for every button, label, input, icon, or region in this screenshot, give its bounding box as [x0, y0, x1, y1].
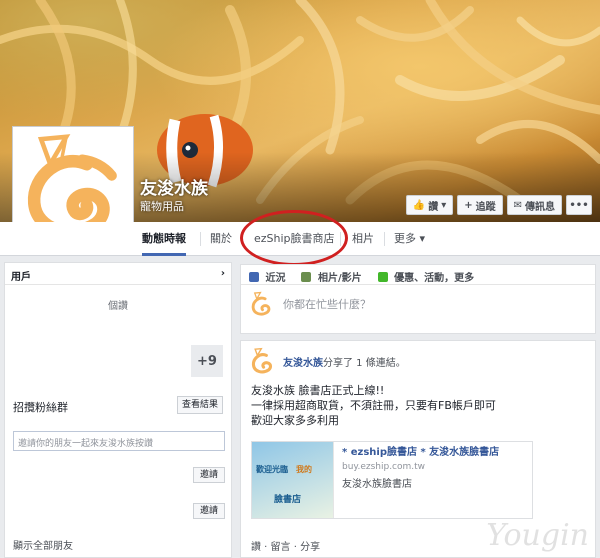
page-logo-icon	[251, 291, 271, 316]
likes-count: 個讚	[108, 301, 128, 312]
like-label: 讚	[428, 201, 439, 213]
tab-photos[interactable]: 相片	[352, 222, 374, 256]
watermark: Yougin	[486, 518, 589, 553]
post-line: 歡迎大家多多利用	[251, 414, 339, 427]
page-logo-icon[interactable]	[249, 347, 277, 375]
post-line: 友浚水族 臉書店正式上線!!	[251, 384, 385, 397]
page-tab-bar: 動態時報 關於 ezShip臉書商店 相片 更多 ▾	[0, 222, 600, 256]
composer-body[interactable]: 你都在忙些什麼？	[241, 285, 595, 323]
like-button[interactable]: 👍 讚 ▾	[405, 195, 454, 215]
post-actions[interactable]: 讚 · 留言 · 分享	[251, 538, 320, 553]
more-friends-badge[interactable]: +9	[191, 345, 223, 377]
timeline-post: 友浚水族分享了 1 條連結。 友浚水族 臉書店正式上線!! 一律採用超商取貨，不…	[240, 340, 596, 558]
post-author[interactable]: 友浚水族	[283, 358, 323, 369]
pencil-icon	[249, 272, 259, 282]
invite-friends-input[interactable]: 邀請你的朋友一起來友浚水族按讚	[13, 431, 225, 451]
thumbs-up-icon: 👍	[412, 199, 426, 211]
tab-divider	[242, 232, 243, 246]
tab-more[interactable]: 更多 ▾	[394, 222, 425, 256]
page-title[interactable]: 友浚水族	[140, 174, 208, 199]
offer-icon	[377, 272, 388, 282]
left-sidebar: 用戶 › 個讚 +9 招攬粉絲群 查看結果 邀請你的朋友一起來友浚水族按讚 邀請…	[4, 262, 232, 558]
post-action: 分享了 1 條連結。	[323, 357, 406, 369]
composer-tab-label: 近況	[265, 273, 286, 284]
composer-tab-status[interactable]: 近況	[249, 269, 285, 284]
link-thumbnail: 歡迎光臨 我的 臉書店	[252, 442, 334, 518]
link-title[interactable]: * ezship臉書店 * 友浚水族臉書店	[342, 446, 499, 460]
tab-divider	[200, 232, 201, 246]
tab-about[interactable]: 關於	[210, 222, 232, 256]
message-button[interactable]: ✉ 傳訊息	[506, 195, 562, 215]
more-options-button[interactable]: •••	[566, 195, 592, 215]
invite-button[interactable]: 邀請	[193, 467, 225, 483]
post-body: 友浚水族 臉書店正式上線!! 一律採用超商取貨，不須註冊，只要有FB帳戶即可 歡…	[241, 381, 595, 430]
status-composer: 近況 相片/影片 優惠、活動，更多 你都在忙些什麼？	[240, 264, 596, 334]
tab-divider	[384, 232, 385, 246]
link-url: buy.ezship.com.tw	[342, 462, 426, 472]
post-header: 友浚水族分享了 1 條連結。	[241, 341, 595, 381]
show-all-friends-link[interactable]: 顯示全部朋友	[13, 537, 73, 552]
follow-button[interactable]: + 追蹤	[457, 195, 503, 215]
page-category[interactable]: 寵物用品	[140, 198, 184, 214]
chevron-right-icon: ›	[220, 268, 225, 279]
sidebar-header[interactable]: 用戶 ›	[5, 263, 231, 285]
follow-label: 追蹤	[475, 201, 496, 213]
thumb-text: 我的	[296, 465, 312, 474]
thumb-text: 臉書店	[274, 495, 302, 505]
link-description: 友浚水族臉書店	[342, 479, 412, 490]
cover-action-buttons: 👍 讚 ▾ + 追蹤 ✉ 傳訊息 •••	[405, 195, 592, 215]
photo-icon	[301, 272, 312, 282]
composer-tab-label: 相片/影片	[317, 273, 362, 284]
message-icon: ✉	[513, 199, 522, 211]
composer-tab-label: 優惠、活動，更多	[394, 273, 475, 284]
composer-placeholder: 你都在忙些什麼？	[283, 298, 371, 311]
composer-tab-photo[interactable]: 相片/影片	[301, 269, 362, 284]
invite-button[interactable]: 邀請	[193, 503, 225, 519]
plus-icon: +	[464, 199, 473, 211]
invite-title: 招攬粉絲群	[13, 401, 68, 414]
post-line: 一律採用超商取貨，不須註冊，只要有FB帳戶即可	[251, 399, 496, 412]
tab-divider	[340, 232, 341, 246]
more-label: •••	[569, 199, 589, 211]
composer-tab-offer[interactable]: 優惠、活動，更多	[377, 269, 474, 284]
view-results-button[interactable]: 查看結果	[177, 396, 224, 414]
sidebar-header-title: 用戶	[11, 272, 31, 283]
link-preview-card[interactable]: 歡迎光臨 我的 臉書店 * ezship臉書店 * 友浚水族臉書店 buy.ez…	[251, 441, 533, 519]
message-label: 傳訊息	[525, 201, 555, 213]
tab-timeline[interactable]: 動態時報	[142, 222, 186, 256]
chevron-down-icon: ▾	[441, 199, 447, 211]
composer-tabs: 近況 相片/影片 優惠、活動，更多	[241, 265, 595, 285]
tab-ezship-shop[interactable]: ezShip臉書商店	[254, 222, 335, 256]
link-info: * ezship臉書店 * 友浚水族臉書店 buy.ezship.com.tw …	[334, 442, 507, 518]
thumb-text: 歡迎光臨	[256, 465, 288, 474]
